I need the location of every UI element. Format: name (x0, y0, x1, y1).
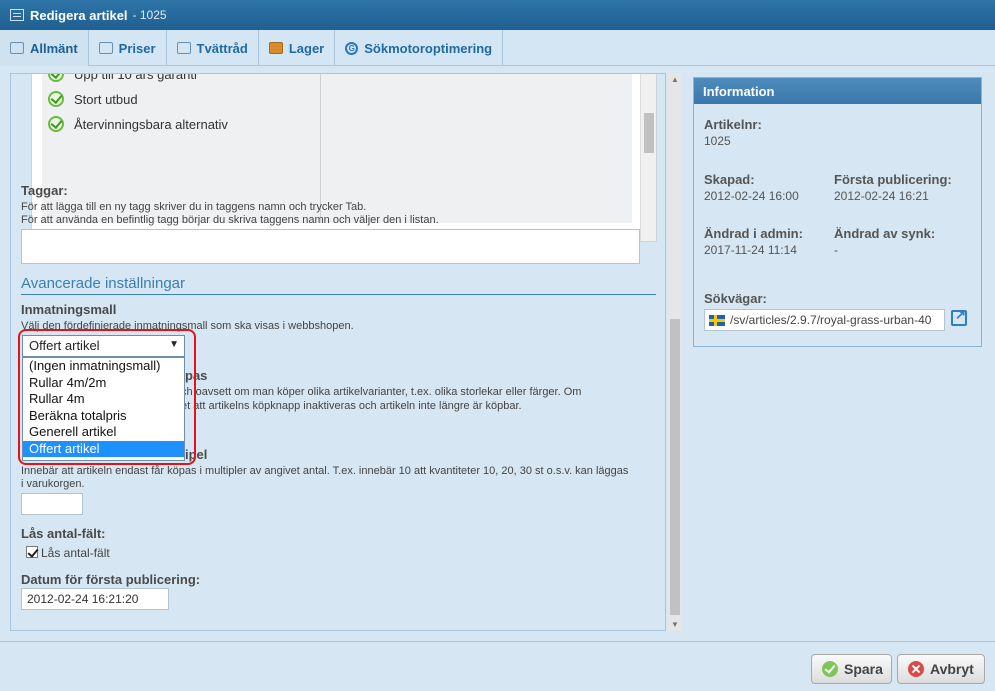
hidden-section-label: pas (185, 368, 208, 383)
check-icon (48, 74, 64, 82)
chevron-down-icon: ▼ (169, 339, 179, 350)
tab-washing[interactable]: Tvättråd (167, 30, 259, 66)
scroll-down-icon[interactable]: ▼ (671, 620, 679, 629)
paths-label: Sökvägar: (704, 291, 767, 306)
tags-help-2: För att använda en befintlig tagg börjar… (21, 214, 439, 226)
dropdown-option-selected[interactable]: Offert artikel (23, 440, 184, 457)
list-scrollbar-thumb[interactable] (644, 113, 654, 153)
created-label: Skapad: (704, 172, 755, 187)
external-link-icon[interactable] (951, 307, 967, 326)
hidden-section-help-1: ch oavsett om man köper olika artikelvar… (181, 386, 582, 398)
dropdown-option[interactable]: Generell artikel (23, 424, 184, 441)
information-title: Information (694, 78, 981, 104)
cancel-label: Avbryt (930, 661, 974, 677)
price-icon (98, 42, 113, 54)
template-label: Inmatningsmall (21, 302, 117, 317)
save-label: Spara (844, 661, 883, 677)
list-icon (10, 42, 24, 54)
lock-qty-checkbox[interactable] (26, 546, 38, 558)
changed-admin-label: Ändrad i admin: (704, 226, 803, 241)
list-scrollbar[interactable] (640, 74, 656, 241)
warehouse-icon (268, 42, 283, 54)
tab-label: Tvättråd (196, 40, 248, 56)
template-dropdown[interactable]: (Ingen inmatningsmall) Rullar 4m/2m Rull… (22, 357, 185, 461)
tab-bar: Allmänt Priser Tvättråd Lager G Sökmotor… (0, 30, 995, 66)
lock-qty-checkbox-label: Lås antal-fält (41, 546, 110, 560)
first-publish-label: Datum för första publicering: (21, 572, 201, 587)
main-scrollbar[interactable]: ▲ ▼ (668, 73, 682, 631)
scroll-up-icon[interactable]: ▲ (671, 75, 679, 84)
first-pub-value: 2012-02-24 16:21 (834, 189, 929, 203)
multiple-help-1: Innebär att artikeln endast får köpas i … (21, 465, 629, 477)
artnr-value: 1025 (704, 134, 731, 148)
multiple-help-2: i varukorgen. (21, 478, 85, 490)
tab-prices[interactable]: Priser (89, 30, 167, 66)
template-select[interactable]: Offert artikel ▼ (22, 335, 185, 357)
information-panel: Information Artikelnr: 1025 Skapad: 2012… (693, 77, 982, 347)
footer-bar: Spara Avbryt (0, 641, 995, 691)
template-selected-value: Offert artikel (29, 338, 100, 353)
main-panel: Upp till 10 års garanti Stort utbud Åter… (10, 73, 666, 631)
window-icon (10, 9, 24, 21)
path-field[interactable]: /sv/articles/2.9.7/royal-grass-urban-40 (704, 309, 945, 331)
feature-text: Stort utbud (74, 91, 138, 107)
lock-qty-label: Lås antal-fält: (21, 526, 106, 541)
advanced-settings-heading: Avancerade inställningar (21, 275, 656, 295)
check-icon (48, 91, 64, 107)
created-value: 2012-02-24 16:00 (704, 189, 799, 203)
artnr-label: Artikelnr: (704, 117, 762, 132)
list-item: Upp till 10 års garanti (48, 73, 197, 82)
window-titlebar: Redigera artikel - 1025 (0, 0, 995, 30)
changed-sync-value: - (834, 243, 838, 257)
cancel-button[interactable]: Avbryt (897, 654, 985, 684)
dropdown-option[interactable]: Beräkna totalpris (23, 408, 184, 425)
feature-text: Återvinningsbara alternativ (74, 116, 228, 132)
check-icon (48, 116, 64, 132)
first-pub-label: Första publicering: (834, 172, 952, 187)
list-item: Återvinningsbara alternativ (48, 116, 228, 132)
google-icon: G (345, 41, 359, 55)
tags-help-1: För att lägga till en ny tagg skriver du… (21, 201, 367, 213)
main-scrollbar-thumb[interactable] (670, 319, 680, 615)
multiple-label: ipel (185, 447, 208, 462)
swedish-flag-icon (709, 314, 725, 326)
dropdown-option[interactable]: (Ingen inmatningsmall) (23, 358, 184, 375)
hidden-section-help-2: et att artikelns köpknapp inaktiveras oc… (181, 400, 522, 412)
dropdown-option[interactable]: Rullar 4m (23, 391, 184, 408)
window-title: Redigera artikel (30, 7, 128, 23)
list-item: Stort utbud (48, 91, 138, 107)
close-icon (908, 661, 924, 677)
tab-label: Lager (288, 40, 325, 56)
tags-input[interactable] (21, 229, 640, 264)
tab-general[interactable]: Allmänt (0, 30, 89, 66)
tags-label: Taggar: (21, 183, 68, 198)
dropdown-option[interactable]: Rullar 4m/2m (23, 375, 184, 392)
check-icon (822, 661, 838, 677)
washing-icon (176, 42, 191, 54)
save-button[interactable]: Spara (811, 654, 892, 684)
template-help: Välj den fördefinierade inmatningsmall s… (21, 320, 354, 332)
multiple-input[interactable] (21, 493, 83, 515)
tab-seo[interactable]: G Sökmotoroptimering (335, 30, 504, 66)
feature-text: Upp till 10 års garanti (74, 73, 197, 82)
tab-warehouse[interactable]: Lager (259, 30, 336, 66)
article-id: - 1025 (132, 8, 167, 22)
changed-sync-label: Ändrad av synk: (834, 226, 936, 241)
tab-label: Sökmotoroptimering (364, 40, 493, 56)
changed-admin-value: 2017-11-24 11:14 (704, 243, 797, 257)
first-publish-input[interactable]: 2012-02-24 16:21:20 (21, 588, 169, 610)
path-value: /sv/articles/2.9.7/royal-grass-urban-40 (730, 313, 932, 327)
tab-label: Allmänt (30, 40, 78, 56)
tab-label: Priser (118, 40, 156, 56)
